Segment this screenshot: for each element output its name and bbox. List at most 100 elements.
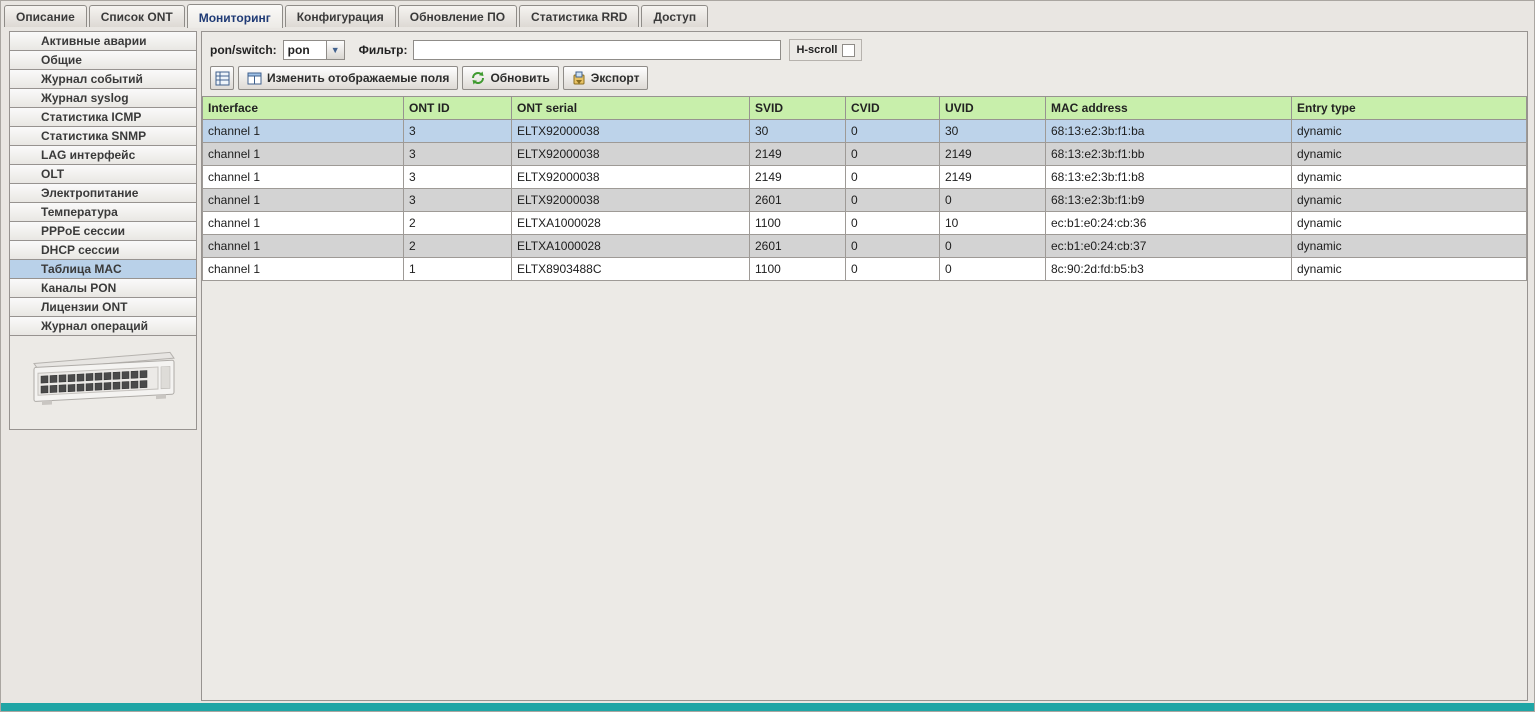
column-header-2[interactable]: ONT serial: [512, 97, 750, 120]
sidebar-item-4[interactable]: Статистика ICMP: [9, 107, 197, 127]
table-row-4[interactable]: channel 12ELTXA10000281100010ec:b1:e0:24…: [203, 212, 1527, 235]
hscroll-group: H-scroll: [789, 39, 862, 61]
pon-switch-label: pon/switch:: [210, 43, 277, 57]
table-row-5[interactable]: channel 12ELTXA1000028260100ec:b1:e0:24:…: [203, 235, 1527, 258]
column-header-3[interactable]: SVID: [750, 97, 846, 120]
table-cell: dynamic: [1292, 120, 1527, 143]
table-cell: 30: [940, 120, 1046, 143]
table-cell: 2149: [750, 166, 846, 189]
tab-1[interactable]: Список ONT: [89, 5, 185, 27]
table-cell: 68:13:e2:3b:f1:ba: [1046, 120, 1292, 143]
sidebar-item-15[interactable]: Журнал операций: [9, 316, 197, 336]
table-cell: dynamic: [1292, 212, 1527, 235]
table-cell: 2149: [750, 143, 846, 166]
table-cell: 0: [940, 258, 1046, 281]
switch-device-drawing: [34, 352, 174, 405]
refresh-icon: [471, 71, 485, 85]
table-cell: channel 1: [203, 143, 404, 166]
table-cell: 68:13:e2:3b:f1:bb: [1046, 143, 1292, 166]
sidebar-item-0[interactable]: Активные аварии: [9, 31, 197, 51]
table-cell: 10: [940, 212, 1046, 235]
filter-input[interactable]: [413, 40, 781, 60]
sidebar-item-1[interactable]: Общие: [9, 50, 197, 70]
column-header-7[interactable]: Entry type: [1292, 97, 1527, 120]
table-cell: 68:13:e2:3b:f1:b9: [1046, 189, 1292, 212]
table-cell: 30: [750, 120, 846, 143]
table-cell: 0: [846, 143, 940, 166]
column-header-4[interactable]: CVID: [846, 97, 940, 120]
refresh-button[interactable]: Обновить: [462, 66, 558, 90]
hscroll-label: H-scroll: [796, 44, 837, 56]
table-row-3[interactable]: channel 13ELTX9200003826010068:13:e2:3b:…: [203, 189, 1527, 212]
table-cell: ELTX8903488C: [512, 258, 750, 281]
sidebar-item-10[interactable]: PPPoE сессии: [9, 221, 197, 241]
table-cell: ELTX92000038: [512, 189, 750, 212]
table-cell: channel 1: [203, 235, 404, 258]
sidebar-item-11[interactable]: DHCP сессии: [9, 240, 197, 260]
sidebar-item-9[interactable]: Температура: [9, 202, 197, 222]
table-cell: 3: [404, 166, 512, 189]
sidebar: Активные аварииОбщиеЖурнал событийЖурнал…: [9, 31, 197, 430]
table-cell: 1: [404, 258, 512, 281]
pon-switch-value: pon: [284, 41, 326, 59]
tab-4[interactable]: Обновление ПО: [398, 5, 517, 27]
table-cell: channel 1: [203, 212, 404, 235]
table-cell: 1100: [750, 212, 846, 235]
action-toolbar: Изменить отображаемые поля Обновить: [202, 64, 1527, 96]
sidebar-item-6[interactable]: LAG интерфейс: [9, 145, 197, 165]
sidebar-items: Активные аварииОбщиеЖурнал событийЖурнал…: [10, 31, 196, 336]
sidebar-item-8[interactable]: Электропитание: [9, 183, 197, 203]
table-row-1[interactable]: channel 13ELTX9200003821490214968:13:e2:…: [203, 143, 1527, 166]
table-cell: 2: [404, 212, 512, 235]
table-cell: channel 1: [203, 258, 404, 281]
chevron-down-icon[interactable]: ▼: [326, 41, 344, 59]
table-cell: ELTXA1000028: [512, 212, 750, 235]
sidebar-item-13[interactable]: Каналы PON: [9, 278, 197, 298]
column-header-5[interactable]: UVID: [940, 97, 1046, 120]
tab-6[interactable]: Доступ: [641, 5, 708, 27]
sidebar-item-3[interactable]: Журнал syslog: [9, 88, 197, 108]
table-cell: dynamic: [1292, 166, 1527, 189]
table-cell: channel 1: [203, 120, 404, 143]
table-cell: dynamic: [1292, 189, 1527, 212]
table-cell: 3: [404, 189, 512, 212]
table-row-6[interactable]: channel 11ELTX8903488C1100008c:90:2d:fd:…: [203, 258, 1527, 281]
table-row-0[interactable]: channel 13ELTX920000383003068:13:e2:3b:f…: [203, 120, 1527, 143]
table-cell: 3: [404, 120, 512, 143]
filter-label: Фильтр:: [359, 43, 408, 57]
export-button-label: Экспорт: [591, 71, 640, 85]
sidebar-item-5[interactable]: Статистика SNMP: [9, 126, 197, 146]
content-area: Активные аварииОбщиеЖурнал событийЖурнал…: [1, 27, 1534, 703]
table-cell: channel 1: [203, 166, 404, 189]
tab-0[interactable]: Описание: [4, 5, 87, 27]
tab-5[interactable]: Статистика RRD: [519, 5, 639, 27]
switch-device-image: [24, 350, 186, 415]
column-header-6[interactable]: MAC address: [1046, 97, 1292, 120]
sidebar-item-14[interactable]: Лицензии ONT: [9, 297, 197, 317]
table-view-button[interactable]: [210, 66, 234, 90]
sidebar-item-12[interactable]: Таблица MAC: [9, 259, 197, 279]
column-header-0[interactable]: Interface: [203, 97, 404, 120]
hscroll-checkbox[interactable]: [842, 44, 855, 57]
columns-button-label: Изменить отображаемые поля: [267, 71, 449, 85]
sidebar-item-7[interactable]: OLT: [9, 164, 197, 184]
table-cell: ELTX92000038: [512, 120, 750, 143]
pon-switch-dropdown[interactable]: pon ▼: [283, 40, 345, 60]
table-row-2[interactable]: channel 13ELTX9200003821490214968:13:e2:…: [203, 166, 1527, 189]
export-button[interactable]: Экспорт: [563, 66, 649, 90]
table-cell: ELTX92000038: [512, 166, 750, 189]
table-cell: 0: [846, 258, 940, 281]
tab-3[interactable]: Конфигурация: [285, 5, 396, 27]
table-cell: dynamic: [1292, 235, 1527, 258]
columns-button[interactable]: Изменить отображаемые поля: [238, 66, 458, 90]
refresh-button-label: Обновить: [490, 71, 549, 85]
sidebar-item-2[interactable]: Журнал событий: [9, 69, 197, 89]
bottom-strip: [1, 703, 1534, 711]
table-cell: 2601: [750, 235, 846, 258]
header-row: InterfaceONT IDONT serialSVIDCVIDUVIDMAC…: [203, 97, 1527, 120]
filter-toolbar: pon/switch: pon ▼ Фильтр: H-scroll: [202, 32, 1527, 64]
column-header-1[interactable]: ONT ID: [404, 97, 512, 120]
app-window: ОписаниеСписок ONTМониторингКонфигурация…: [0, 0, 1535, 712]
table-cell: dynamic: [1292, 143, 1527, 166]
tab-2[interactable]: Мониторинг: [187, 4, 283, 28]
